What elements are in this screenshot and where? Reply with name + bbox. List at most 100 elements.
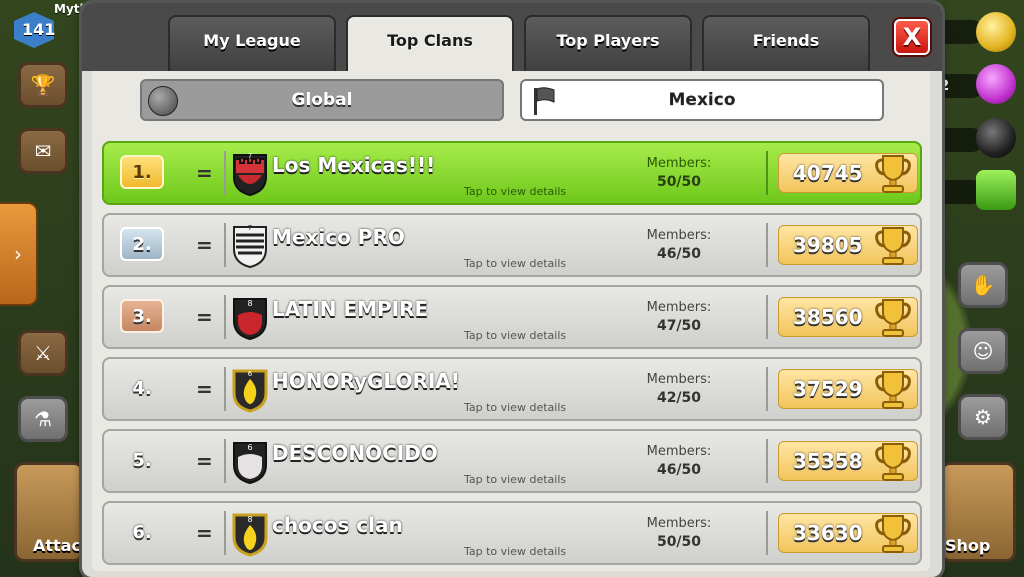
elixir-drop-icon bbox=[976, 64, 1016, 104]
trophy-box: 33630 bbox=[778, 513, 918, 553]
rank-badge: 1. bbox=[120, 155, 164, 189]
clan-row[interactable]: 3. = 8 LATIN EMPIRE Tap to view details … bbox=[102, 285, 922, 349]
clan-trophies: 35358 bbox=[793, 449, 863, 473]
chevron-right-icon: › bbox=[14, 242, 22, 266]
clan-trophies: 40745 bbox=[793, 161, 863, 185]
mail-icon: ✉ bbox=[34, 139, 52, 163]
rank-badge: 2. bbox=[120, 227, 164, 261]
members-info: Members: 46/50 bbox=[634, 443, 724, 479]
clan-name: HONORyGLORIA! bbox=[272, 369, 460, 393]
mexico-filter-button[interactable]: Mexico bbox=[520, 79, 884, 121]
clan-trophies: 33630 bbox=[793, 521, 863, 545]
badge-level: 8 bbox=[247, 515, 252, 524]
members-label: Members: bbox=[646, 444, 712, 459]
clan-badge-icon: 8 bbox=[233, 298, 267, 341]
shop-button[interactable]: Shop bbox=[940, 462, 1016, 562]
clan-badge-icon: 8 bbox=[232, 513, 268, 557]
members-info: Members: 47/50 bbox=[634, 299, 724, 335]
tap-hint: Tap to view details bbox=[464, 473, 567, 486]
row-divider bbox=[766, 439, 768, 483]
settings-button[interactable]: ⚙ bbox=[958, 394, 1008, 440]
trophy-box: 37529 bbox=[778, 369, 918, 409]
clan-badge-icon: 6 bbox=[232, 369, 268, 413]
badge-level: 7 bbox=[248, 224, 252, 232]
badge-level: 6 bbox=[247, 443, 252, 452]
gear-icon: ⚙ bbox=[974, 405, 992, 429]
bottle-icon: ⚗ bbox=[34, 407, 52, 431]
mexico-filter-label: Mexico bbox=[668, 90, 736, 110]
battle-button[interactable]: ⚔ bbox=[18, 330, 68, 376]
clan-row[interactable]: 4. = 6 HONORyGLORIA! Tap to view details… bbox=[102, 357, 922, 421]
tap-hint: Tap to view details bbox=[464, 545, 567, 558]
attack-button[interactable]: Attac bbox=[14, 462, 84, 562]
trophy-icon bbox=[875, 227, 911, 265]
clan-name: Los Mexicas!!! bbox=[272, 153, 436, 177]
members-label: Members: bbox=[646, 516, 712, 531]
hand-icon: ✋ bbox=[970, 273, 996, 297]
expand-side-button[interactable]: › bbox=[0, 202, 38, 306]
rank-trend: = bbox=[196, 233, 213, 257]
rank-trend: = bbox=[196, 449, 213, 473]
rank-trend: = bbox=[196, 161, 213, 185]
global-filter-button[interactable]: Global bbox=[140, 79, 504, 121]
row-divider bbox=[224, 151, 226, 195]
flag-icon bbox=[534, 87, 555, 115]
tab-top-players[interactable]: Top Players bbox=[524, 15, 692, 73]
messages-button[interactable]: ✉ bbox=[18, 128, 68, 174]
tap-hint: Tap to view details bbox=[464, 329, 567, 342]
clan-row[interactable]: 6. = 8 chocos clan Tap to view details M… bbox=[102, 501, 922, 565]
clan-name: DESCONOCIDO bbox=[272, 441, 438, 465]
rank-trend: = bbox=[196, 521, 213, 545]
tap-hint: Tap to view details bbox=[464, 401, 567, 414]
trophy-icon bbox=[875, 443, 911, 481]
row-divider bbox=[766, 367, 768, 411]
members-count: 46/50 bbox=[656, 246, 702, 262]
tab-top-clans[interactable]: Top Clans bbox=[346, 15, 514, 75]
row-divider bbox=[224, 511, 226, 555]
members-info: Members: 50/50 bbox=[634, 155, 724, 191]
rank-badge: 3. bbox=[120, 299, 164, 333]
rank-trend: = bbox=[196, 305, 213, 329]
members-count: 50/50 bbox=[656, 174, 702, 190]
builder-button[interactable]: ⚗ bbox=[18, 396, 68, 442]
trophy-box: 38560 bbox=[778, 297, 918, 337]
rank-trend: = bbox=[196, 377, 213, 401]
tab-friends[interactable]: Friends bbox=[702, 15, 870, 73]
row-divider bbox=[766, 511, 768, 555]
tab-my-league[interactable]: My League bbox=[168, 15, 336, 73]
close-button[interactable]: X bbox=[894, 19, 930, 55]
leaderboard-window: My League Top Clans Top Players Friends … bbox=[82, 3, 942, 577]
hero-button[interactable]: ☺ bbox=[958, 328, 1008, 374]
league-button[interactable]: 🏆 bbox=[18, 62, 68, 108]
row-divider bbox=[224, 223, 226, 267]
attack-label: Attac bbox=[33, 536, 81, 555]
row-divider bbox=[224, 367, 226, 411]
clan-row[interactable]: 2. = 7 Mexico PRO Tap to view details Me… bbox=[102, 213, 922, 277]
dark-elixir-icon bbox=[976, 118, 1016, 158]
row-divider bbox=[766, 223, 768, 267]
clan-row[interactable]: 1. = 7 Los Mexicas!!! Tap to view detail… bbox=[102, 141, 922, 205]
edit-layout-button[interactable]: ✋ bbox=[958, 262, 1008, 308]
trophy-icon: 🏆 bbox=[30, 73, 56, 97]
trophy-box: 39805 bbox=[778, 225, 918, 265]
clan-name: LATIN EMPIRE bbox=[272, 297, 429, 321]
tab-content: Global Mexico 1. = 7 Los Mexicas!!! Tap … bbox=[92, 71, 930, 571]
trophy-icon bbox=[875, 299, 911, 337]
clan-badge-icon: 7 bbox=[233, 152, 267, 197]
members-info: Members: 42/50 bbox=[634, 371, 724, 407]
row-divider bbox=[766, 151, 768, 195]
members-count: 42/50 bbox=[656, 390, 702, 406]
rank-badge: 5. bbox=[132, 449, 152, 471]
members-count: 50/50 bbox=[656, 534, 702, 550]
members-label: Members: bbox=[646, 300, 712, 315]
badge-level: 8 bbox=[247, 299, 252, 308]
clan-trophies: 39805 bbox=[793, 233, 863, 257]
clan-row[interactable]: 5. = 6 DESCONOCIDO Tap to view details M… bbox=[102, 429, 922, 493]
members-count: 46/50 bbox=[656, 462, 702, 478]
badge-level: 6 bbox=[248, 370, 253, 378]
tap-hint: Tap to view details bbox=[464, 257, 567, 270]
gem-icon bbox=[976, 170, 1016, 210]
members-label: Members: bbox=[646, 372, 712, 387]
tap-hint: Tap to view details bbox=[464, 185, 567, 198]
globe-icon bbox=[148, 86, 178, 116]
